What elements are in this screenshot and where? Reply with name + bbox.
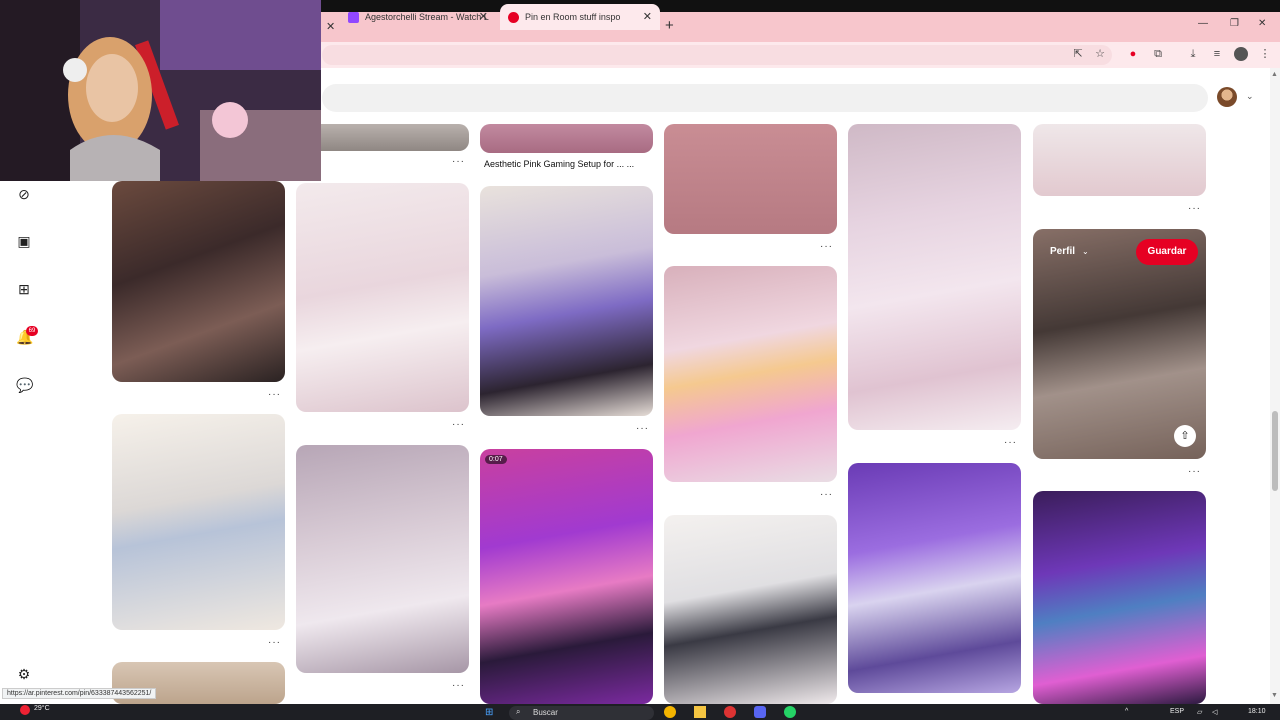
download-icon[interactable]: ⤓ [1186, 47, 1200, 61]
pin-image[interactable] [664, 266, 837, 482]
chevron-down-icon[interactable]: ⌄ [1246, 91, 1254, 102]
pin-image[interactable] [664, 515, 837, 704]
bookmark-star-icon[interactable]: ☆ [1093, 47, 1107, 61]
file-explorer-icon[interactable] [694, 706, 706, 718]
volume-icon[interactable]: ◁ [1212, 708, 1217, 716]
pin-more-icon[interactable]: ··· [820, 489, 833, 500]
media-icon[interactable]: ≡ [1210, 47, 1224, 61]
screen: ✕ Agestorchelli Stream - Watch L ✕ Pin e… [0, 0, 1280, 720]
pin-caption[interactable]: Aesthetic Pink Gaming Setup for ... ... [484, 159, 634, 169]
taskbar-search[interactable] [509, 706, 654, 720]
pin-more-icon[interactable]: ··· [1004, 437, 1017, 448]
tab-twitch[interactable]: Agestorchelli Stream - Watch L ✕ [340, 4, 496, 30]
pin-more-icon[interactable]: ··· [452, 680, 465, 691]
language-indicator[interactable]: ESP [1170, 708, 1184, 715]
pin-more-icon[interactable]: ··· [268, 637, 281, 648]
pin-image[interactable] [664, 124, 837, 234]
explore-icon[interactable]: ⊘ [16, 186, 32, 202]
menu-icon[interactable]: ⋮ [1258, 47, 1272, 61]
install-icon[interactable]: ⇱ [1071, 47, 1085, 61]
webcam-overlay [0, 0, 321, 181]
tab-label: Agestorchelli Stream - Watch L [365, 12, 489, 22]
pin-more-icon[interactable]: ··· [268, 389, 281, 400]
maximize-icon[interactable]: ❐ [1230, 18, 1239, 29]
discord-icon[interactable] [754, 706, 766, 718]
pin-image[interactable] [112, 181, 285, 382]
pin-image[interactable] [1033, 491, 1206, 704]
windows-start-icon[interactable]: ⊞ [485, 707, 493, 718]
app-icon[interactable] [724, 706, 736, 718]
wifi-icon[interactable]: ▱ [1197, 708, 1202, 716]
pin-image[interactable] [480, 186, 653, 416]
scrollbar[interactable] [1270, 68, 1280, 704]
minimize-icon[interactable]: — [1198, 18, 1208, 29]
pin-more-icon[interactable]: ··· [636, 423, 649, 434]
chrome-icon[interactable] [664, 706, 676, 718]
new-tab-button[interactable]: + [665, 17, 674, 34]
pin-more-icon[interactable]: ··· [452, 156, 465, 167]
address-bar[interactable] [322, 45, 1112, 65]
tab-pinterest[interactable]: Pin en Room stuff inspo ✕ [500, 4, 660, 30]
close-window-icon[interactable]: ✕ [1258, 18, 1266, 29]
pin-more-icon[interactable]: ··· [820, 241, 833, 252]
clock[interactable]: 18:10 [1248, 708, 1266, 715]
chevron-down-icon[interactable]: ⌄ [1082, 247, 1089, 256]
pin-more-icon[interactable]: ··· [452, 419, 465, 430]
scroll-down-icon[interactable]: ▼ [1271, 692, 1278, 699]
pin-image[interactable] [296, 183, 469, 412]
pin-image[interactable] [296, 124, 469, 151]
weather-icon[interactable] [20, 705, 30, 715]
status-url: https://ar.pinterest.com/pin/63338744356… [2, 688, 157, 699]
twitch-icon [348, 11, 359, 23]
pin-image[interactable] [296, 445, 469, 673]
pin-video[interactable] [480, 449, 653, 704]
pinterest-icon [508, 11, 519, 23]
create-icon[interactable]: ⊞ [16, 281, 32, 297]
pin-more-icon[interactable]: ··· [1188, 466, 1201, 477]
extension-icon[interactable]: ● [1126, 47, 1140, 61]
scrollbar-thumb[interactable] [1272, 411, 1278, 491]
puzzle-icon[interactable]: ⧉ [1151, 47, 1165, 61]
avatar[interactable] [1217, 87, 1237, 107]
profile-dropdown[interactable]: Perfil [1050, 246, 1075, 257]
pin-image[interactable] [848, 124, 1021, 430]
share-icon[interactable]: ⇧ [1174, 425, 1196, 447]
profile-icon[interactable] [1234, 47, 1248, 61]
settings-icon[interactable]: ⚙ [16, 666, 32, 682]
pin-image[interactable] [112, 414, 285, 630]
save-button[interactable]: Guardar [1136, 239, 1198, 265]
pin-image[interactable] [1033, 124, 1206, 196]
pin-image[interactable] [848, 463, 1021, 693]
close-tab-icon[interactable]: ✕ [479, 10, 488, 23]
messages-icon[interactable]: 💬 [16, 377, 33, 393]
whatsapp-icon[interactable] [784, 706, 796, 718]
notifications-badge: 69 [26, 326, 38, 336]
boards-icon[interactable]: ▣ [16, 233, 32, 249]
taskbar-search-label: Buscar [533, 708, 558, 717]
tray-chevron-icon[interactable]: ^ [1125, 708, 1128, 715]
close-tab-icon[interactable]: ✕ [643, 10, 652, 23]
webcam-feed [0, 0, 321, 181]
scroll-up-icon[interactable]: ▲ [1271, 71, 1278, 78]
close-tab-icon[interactable]: ✕ [326, 20, 335, 33]
search-icon: ⌕ [516, 707, 521, 716]
weather-temp[interactable]: 29°C [34, 705, 50, 712]
pin-image[interactable] [480, 124, 653, 153]
search-bar[interactable] [322, 84, 1208, 112]
video-duration-badge: 0:07 [485, 455, 507, 464]
tab-label: Pin en Room stuff inspo [525, 12, 621, 22]
pin-more-icon[interactable]: ··· [1188, 203, 1201, 214]
